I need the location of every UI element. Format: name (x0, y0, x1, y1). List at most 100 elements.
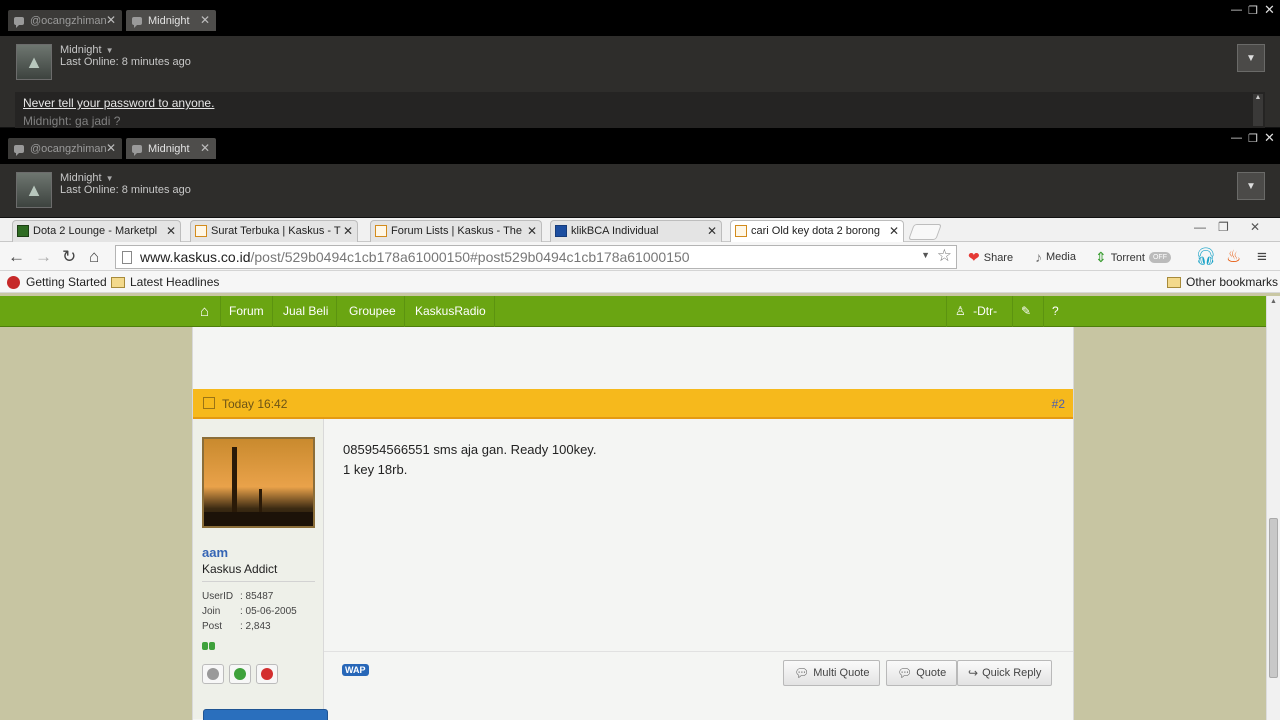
browser-tabstrip: Dota 2 Lounge - Marketpl ✕ Surat Terbuka… (0, 218, 1280, 242)
dota-lounge-icon (17, 225, 29, 237)
close-icon[interactable]: ✕ (527, 224, 537, 238)
chat-bubble-icon (132, 16, 142, 28)
home-icon[interactable]: ⌂ (192, 296, 221, 327)
maximize-icon[interactable]: ❐ (1248, 132, 1258, 145)
multi-quote-button[interactable]: 💬︎ Multi Quote (783, 660, 881, 686)
steam-tab-midnight[interactable]: Midnight ✕ (126, 10, 216, 31)
nav-groupee[interactable]: Groupee (341, 296, 405, 327)
steam-tab-ocangzhiman[interactable]: @ocangzhiman ✕ (8, 138, 122, 159)
close-window-icon[interactable]: ✕ (1264, 2, 1275, 18)
reputation-pip (202, 642, 208, 650)
chat-log: Never tell your password to anyone. Midn… (15, 92, 1265, 128)
quick-reply-button[interactable]: ↪ Quick Reply (957, 660, 1053, 686)
close-icon[interactable]: ✕ (707, 224, 717, 238)
post-container: Today 16:42 #2 aam Kaskus Addict UserID:… (192, 327, 1074, 720)
media-extension-button[interactable]: ♪ Media (1035, 249, 1076, 265)
poster-join: Join: 05-06-2005 (202, 606, 297, 617)
close-icon[interactable]: ✕ (200, 141, 210, 155)
post-number[interactable]: #2 (1052, 397, 1065, 411)
browser-tab-active[interactable]: cari Old key dota 2 borong ✕ (730, 220, 904, 242)
close-icon[interactable]: ✕ (343, 224, 353, 238)
reply-thread-button[interactable] (203, 709, 328, 720)
steam-tab-midnight[interactable]: Midnight ✕ (126, 138, 216, 159)
report-button[interactable] (256, 664, 278, 684)
address-bar[interactable]: www.kaskus.co.id/post/529b0494c1cb178a61… (115, 245, 957, 269)
torrent-icon: ⇕ (1095, 249, 1107, 265)
pencil-icon[interactable]: ✎ (1012, 296, 1043, 327)
torrent-toggle[interactable]: OFF (1148, 252, 1171, 263)
page-scrollbar[interactable]: ▲ (1266, 296, 1280, 720)
fire-icon[interactable]: ♨ (1226, 247, 1241, 267)
close-icon[interactable]: ✕ (166, 224, 176, 238)
close-icon[interactable]: ✕ (106, 141, 116, 155)
extension-label: Media (1046, 251, 1076, 263)
quote-button[interactable]: 💬︎ Quote (886, 660, 958, 686)
web-page: ⌂ Forum Jual Beli Groupee KaskusRadio ♙ … (0, 296, 1266, 720)
minimize-icon[interactable]: — (1231, 132, 1242, 144)
kaskus-navbar: ⌂ Forum Jual Beli Groupee KaskusRadio ♙ … (0, 296, 1266, 327)
friend-avatar[interactable]: ▲ (16, 44, 52, 80)
headphones-icon[interactable]: 🎧︎ (1195, 247, 1217, 267)
share-extension-button[interactable]: ❤ Share (968, 249, 1013, 266)
chat-options-button[interactable]: ▼ (1237, 44, 1265, 72)
chevron-down-icon[interactable]: ▼ (921, 250, 930, 260)
other-bookmarks[interactable]: Other bookmarks (1167, 275, 1278, 289)
menu-icon[interactable]: ≡ (1257, 247, 1267, 267)
poster-rank: Kaskus Addict (202, 562, 278, 576)
scroll-up-icon[interactable]: ▲ (1270, 298, 1277, 305)
back-icon[interactable]: ← (8, 247, 25, 267)
home-icon[interactable]: ⌂ (89, 247, 99, 267)
chat-scrollbar[interactable]: ▲ (1253, 94, 1263, 126)
poster-avatar[interactable] (202, 437, 315, 528)
friend-status: Last Online: 8 minutes ago (60, 56, 191, 68)
reply-arrow-icon: ↪ (968, 666, 979, 680)
torrent-extension-button[interactable]: ⇕ Torrent OFF (1095, 249, 1171, 266)
bookmark-getting-started[interactable]: Getting Started (7, 275, 107, 289)
nav-forum[interactable]: Forum (221, 296, 273, 327)
steam-tab-ocangzhiman[interactable]: @ocangzhiman ✕ (8, 10, 122, 31)
bookmarks-bar: Getting Started Latest Headlines Other b… (0, 271, 1280, 293)
restore-icon[interactable]: ❐ (1218, 220, 1229, 234)
speech-bubble-icon: 💬︎ (794, 666, 810, 680)
give-rep-button[interactable] (229, 664, 251, 684)
steam-chat-window-1: @ocangzhiman ✕ Midnight ✕ — ❐ ✕ ▲ Midnig… (0, 0, 1280, 128)
friend-name-text: Midnight (60, 172, 102, 184)
reputation-bar (202, 642, 215, 650)
neutral-rep-button[interactable] (202, 664, 224, 684)
maximize-icon[interactable]: ❐ (1248, 4, 1258, 17)
scrollbar-thumb[interactable] (1269, 518, 1278, 678)
poster-panel: aam Kaskus Addict UserID: 85487 Join: 05… (193, 419, 324, 719)
reload-icon[interactable]: ↻ (62, 247, 76, 267)
bookmark-latest-headlines[interactable]: Latest Headlines (111, 275, 219, 289)
user-menu[interactable]: ♙ -Dtr- (946, 296, 1005, 327)
friend-name[interactable]: Midnight ▼ (60, 172, 114, 184)
browser-tab[interactable]: Surat Terbuka | Kaskus - T ✕ (190, 220, 358, 242)
forward-icon[interactable]: → (35, 247, 52, 267)
scroll-up-icon[interactable]: ▲ (1253, 94, 1263, 101)
browser-tab[interactable]: Dota 2 Lounge - Marketpl ✕ (12, 220, 181, 242)
nav-jual-beli[interactable]: Jual Beli (275, 296, 338, 327)
friend-avatar[interactable]: ▲ (16, 172, 52, 208)
browser-tab[interactable]: klikBCA Individual ✕ (550, 220, 722, 242)
poster-name[interactable]: aam (202, 545, 228, 560)
close-window-icon[interactable]: ✕ (1250, 220, 1260, 234)
close-window-icon[interactable]: ✕ (1264, 130, 1275, 146)
chat-bubble-icon (132, 144, 142, 156)
password-warning[interactable]: Never tell your password to anyone. (23, 96, 1257, 110)
close-icon[interactable]: ✕ (106, 13, 116, 27)
checkbox-icon[interactable] (203, 397, 215, 409)
browser-tab[interactable]: Forum Lists | Kaskus - The ✕ (370, 220, 542, 242)
tab-title: cari Old key dota 2 borong (751, 225, 881, 237)
wap-icon: WAP (342, 664, 369, 676)
minimize-icon[interactable]: — (1194, 220, 1206, 234)
nav-kaskusradio[interactable]: KaskusRadio (407, 296, 495, 327)
new-tab-button[interactable] (908, 224, 942, 240)
close-icon[interactable]: ✕ (889, 224, 899, 238)
monument-silhouette (232, 447, 237, 517)
help-icon[interactable]: ? (1043, 296, 1074, 327)
close-icon[interactable]: ✕ (200, 13, 210, 27)
friend-name[interactable]: Midnight ▼ (60, 44, 114, 56)
bookmark-star-icon[interactable]: ☆ (937, 246, 952, 266)
minimize-icon[interactable]: — (1231, 4, 1242, 16)
chat-options-button[interactable]: ▼ (1237, 172, 1265, 200)
